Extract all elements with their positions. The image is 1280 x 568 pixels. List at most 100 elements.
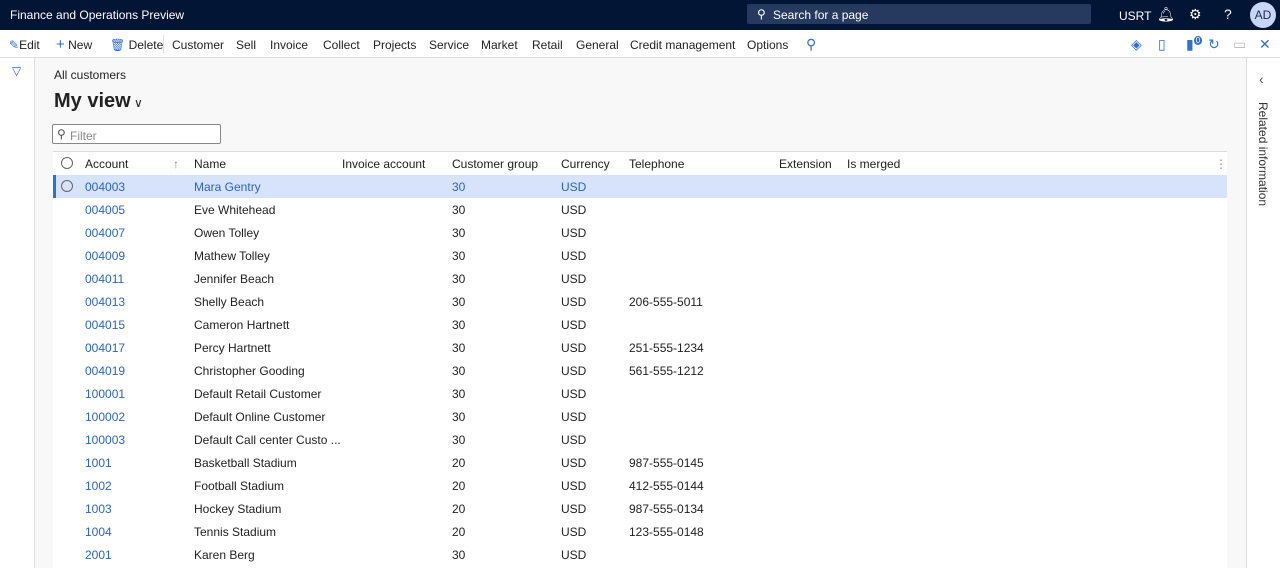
name-cell: Eve Whitehead bbox=[194, 203, 276, 217]
table-row[interactable]: 1002 Football Stadium 20 USD 412-555-0144 bbox=[53, 474, 1227, 497]
account-link[interactable]: 2001 bbox=[85, 548, 112, 562]
table-row[interactable]: 1004 Tennis Stadium 20 USD 123-555-0148 bbox=[53, 520, 1227, 543]
customer-group-cell: 20 bbox=[452, 525, 466, 539]
search-icon: ⚲ bbox=[757, 7, 766, 21]
close-icon[interactable]: ✕ bbox=[1259, 36, 1271, 53]
customers-grid: Account ↑ Name Invoice account Customer … bbox=[53, 151, 1227, 568]
table-row[interactable]: 004011 Jennifer Beach 30 USD bbox=[53, 267, 1227, 290]
avatar[interactable]: AD bbox=[1250, 2, 1276, 28]
delete-button[interactable]: 🗑︎ Delete bbox=[110, 38, 163, 52]
column-extension[interactable]: Extension bbox=[779, 157, 832, 171]
account-link[interactable]: 004013 bbox=[85, 295, 125, 309]
table-row[interactable]: 2001 Karen Berg 30 USD bbox=[53, 543, 1227, 566]
edit-button[interactable]: ✎Edit bbox=[9, 38, 40, 52]
menu-credit-management[interactable]: Credit management bbox=[630, 38, 735, 52]
help-icon[interactable]: ? bbox=[1224, 6, 1232, 22]
account-link[interactable]: 1001 bbox=[85, 456, 112, 470]
diamond-icon[interactable]: ◈ bbox=[1131, 36, 1142, 53]
account-link[interactable]: 100002 bbox=[85, 410, 125, 424]
table-row[interactable]: 1001 Basketball Stadium 20 USD 987-555-0145 bbox=[53, 451, 1227, 474]
column-is-merged[interactable]: Is merged bbox=[847, 157, 900, 171]
gear-icon[interactable]: ⚙ bbox=[1189, 6, 1202, 23]
column-customer-group[interactable]: Customer group bbox=[452, 157, 538, 171]
menu-sell[interactable]: Sell bbox=[236, 38, 256, 52]
table-row[interactable]: 004005 Eve Whitehead 30 USD bbox=[53, 198, 1227, 221]
table-row[interactable]: 004017 Percy Hartnett 30 USD 251-555-1234 bbox=[53, 336, 1227, 359]
currency-cell: USD bbox=[561, 249, 587, 263]
menu-customer[interactable]: Customer bbox=[172, 38, 224, 52]
company-selector[interactable]: USRT bbox=[1119, 9, 1151, 23]
menu-invoice[interactable]: Invoice bbox=[270, 38, 308, 52]
filter-input[interactable]: ⚲ Filter bbox=[52, 124, 221, 144]
search-icon[interactable]: ⚲ bbox=[806, 36, 816, 53]
currency-cell: USD bbox=[561, 318, 587, 332]
currency-cell: USD bbox=[561, 364, 587, 378]
table-row[interactable]: 100002 Default Online Customer 30 USD bbox=[53, 405, 1227, 428]
table-row[interactable]: 1003 Hockey Stadium 20 USD 987-555-0134 bbox=[53, 497, 1227, 520]
telephone-cell: 987-555-0145 bbox=[629, 456, 704, 470]
app-title: Finance and Operations Preview bbox=[10, 8, 185, 22]
currency-cell: USD bbox=[561, 341, 587, 355]
currency-cell: USD bbox=[561, 203, 587, 217]
row-select-radio[interactable] bbox=[61, 180, 73, 192]
account-link[interactable]: 004017 bbox=[85, 341, 125, 355]
edit-label: Edit bbox=[19, 38, 40, 52]
account-link[interactable]: 1004 bbox=[85, 525, 112, 539]
menu-market[interactable]: Market bbox=[481, 38, 518, 52]
more-options-icon[interactable]: ⋮ bbox=[1215, 157, 1227, 171]
select-all-radio[interactable] bbox=[61, 157, 73, 169]
currency-cell: USD bbox=[561, 272, 587, 286]
column-account[interactable]: Account bbox=[85, 157, 128, 171]
bell-icon[interactable]: 🔔︎ bbox=[1157, 6, 1175, 23]
attachments-icon[interactable]: ▮ 0 bbox=[1186, 36, 1203, 53]
table-row[interactable]: 004007 Owen Tolley 30 USD bbox=[53, 221, 1227, 244]
new-button[interactable]: + New bbox=[56, 37, 93, 52]
account-link[interactable]: 004005 bbox=[85, 203, 125, 217]
office-icon[interactable]: ▯ bbox=[1158, 36, 1166, 53]
column-currency[interactable]: Currency bbox=[561, 157, 610, 171]
table-row[interactable]: 004019 Christopher Gooding 30 USD 561-555-12… bbox=[53, 359, 1227, 382]
chevron-left-icon[interactable]: ‹ bbox=[1259, 71, 1264, 87]
filter-icon[interactable]: ▽ bbox=[12, 64, 21, 78]
column-telephone[interactable]: Telephone bbox=[629, 157, 684, 171]
column-invoice-account[interactable]: Invoice account bbox=[342, 157, 425, 171]
table-row[interactable]: 004003 Mara Gentry 30 USD bbox=[53, 175, 1227, 198]
account-link[interactable]: 100001 bbox=[85, 387, 125, 401]
menu-retail[interactable]: Retail bbox=[532, 38, 563, 52]
new-label: New bbox=[68, 38, 93, 52]
refresh-icon[interactable]: ↻ bbox=[1208, 36, 1220, 53]
account-link[interactable]: 1002 bbox=[85, 479, 112, 493]
name-cell: Basketball Stadium bbox=[194, 456, 297, 470]
attachment-count-badge: 0 bbox=[1193, 36, 1203, 46]
account-link[interactable]: 004015 bbox=[85, 318, 125, 332]
related-information-tab[interactable]: Related information bbox=[1256, 102, 1270, 206]
menu-options[interactable]: Options bbox=[747, 38, 788, 52]
menu-projects[interactable]: Projects bbox=[373, 38, 416, 52]
table-row[interactable]: 100003 Default Call center Custo ... 30 USD bbox=[53, 428, 1227, 451]
account-link[interactable]: 004009 bbox=[85, 249, 125, 263]
name-cell: Tennis Stadium bbox=[194, 525, 277, 539]
page-search-input[interactable]: ⚲ Search for a page bbox=[747, 4, 1091, 24]
table-row[interactable]: 004015 Cameron Hartnett 30 USD bbox=[53, 313, 1227, 336]
table-row[interactable]: 004009 Mathew Tolley 30 USD bbox=[53, 244, 1227, 267]
table-row[interactable]: 100001 Default Retail Customer 30 USD bbox=[53, 382, 1227, 405]
filter-placeholder: Filter bbox=[70, 129, 97, 143]
chevron-down-icon: ∨ bbox=[130, 96, 143, 110]
menu-collect[interactable]: Collect bbox=[323, 38, 360, 52]
currency-cell: USD bbox=[561, 387, 587, 401]
account-link[interactable]: 004007 bbox=[85, 226, 125, 240]
account-link[interactable]: 004011 bbox=[85, 272, 124, 286]
currency-cell: USD bbox=[561, 548, 587, 562]
menu-service[interactable]: Service bbox=[429, 38, 469, 52]
open-new-window-icon[interactable]: ▭ bbox=[1233, 36, 1246, 53]
column-name[interactable]: Name bbox=[194, 157, 226, 171]
account-link[interactable]: 004003 bbox=[85, 180, 125, 194]
divider bbox=[163, 35, 164, 53]
account-link[interactable]: 004019 bbox=[85, 364, 125, 378]
view-selector[interactable]: My view ∨ bbox=[54, 90, 143, 113]
customer-group-cell: 30 bbox=[452, 203, 466, 217]
menu-general[interactable]: General bbox=[576, 38, 619, 52]
account-link[interactable]: 100003 bbox=[85, 433, 125, 447]
account-link[interactable]: 1003 bbox=[85, 502, 112, 516]
table-row[interactable]: 004013 Shelly Beach 30 USD 206-555-5011 bbox=[53, 290, 1227, 313]
